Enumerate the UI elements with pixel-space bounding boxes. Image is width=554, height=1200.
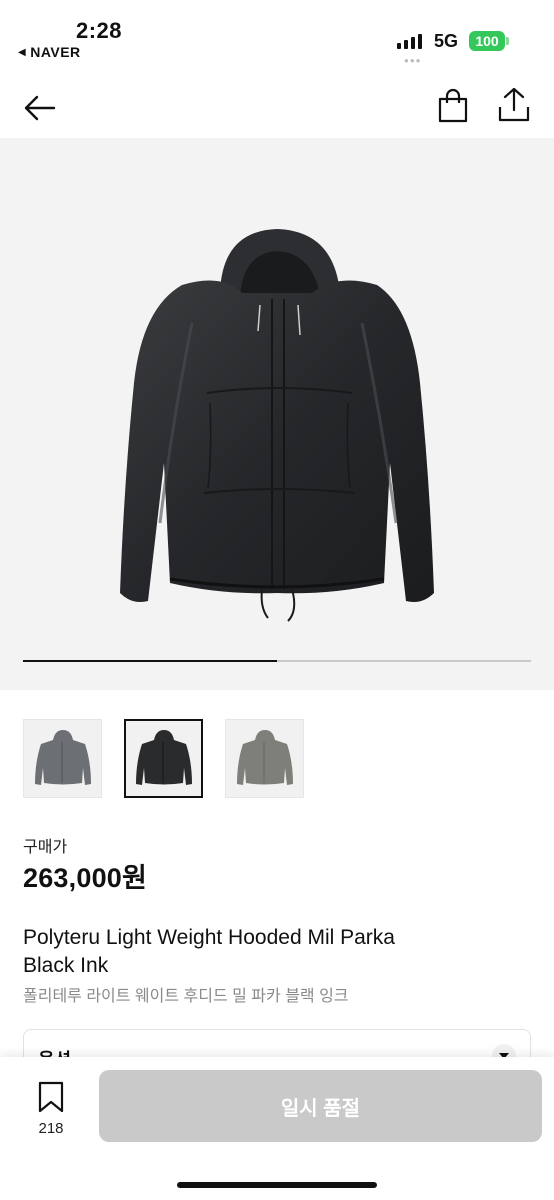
color-thumbnails (23, 719, 304, 798)
status-time: 2:28 (76, 18, 123, 43)
bookmark-count: 218 (38, 1120, 64, 1137)
soldout-button[interactable]: 일시 품절 (99, 1070, 542, 1142)
price-label: 구매가 (23, 839, 68, 856)
back-app-label: NAVER (30, 44, 81, 60)
thumb-grey-image (34, 729, 91, 785)
home-indicator (177, 1182, 377, 1188)
top-navigation (0, 80, 554, 136)
product-image-gallery[interactable] (0, 138, 554, 690)
cellular-signal-icon (397, 33, 422, 49)
thumb-black-image (135, 729, 192, 785)
back-triangle-icon: ◀ (18, 46, 27, 58)
thumb-black-parka[interactable] (124, 719, 203, 798)
gallery-progress-track (23, 660, 531, 662)
thumb-olive-image (236, 729, 293, 785)
thumb-olive-parka[interactable] (225, 719, 304, 798)
product-title-en: Polyteru Light Weight Hooded Mil Parka B… (23, 924, 523, 980)
product-title-line-1: Polyteru Light Weight Hooded Mil Parka (23, 926, 395, 949)
thumb-grey-parka[interactable] (23, 719, 102, 798)
price-value: 263,000원 (23, 863, 148, 893)
arrow-left-icon[interactable] (22, 90, 58, 126)
battery-tip (506, 37, 509, 45)
gallery-progress-fill (23, 660, 277, 662)
product-title-line-2: Black Ink (23, 954, 109, 977)
status-bar: 2:28 ◀ NAVER 5G 100 ●●● (0, 0, 554, 70)
privacy-indicator-icon: ●●● (404, 56, 422, 65)
share-icon[interactable] (497, 86, 531, 124)
back-to-app-link[interactable]: ◀ NAVER (18, 44, 81, 60)
product-title-kr: 폴리테루 라이트 웨이트 후디드 밀 파카 블랙 잉크 (23, 988, 349, 1005)
network-type: 5G (434, 31, 459, 51)
shopping-bag-icon[interactable] (436, 88, 470, 124)
bottom-action-bar: 218 일시 품절 (0, 1057, 554, 1200)
battery-level: 100 (475, 33, 499, 49)
jacket-image (120, 229, 434, 622)
bookmark-button[interactable]: 218 (30, 1081, 72, 1137)
battery-icon: 100 (469, 31, 505, 51)
bookmark-icon (38, 1081, 64, 1113)
